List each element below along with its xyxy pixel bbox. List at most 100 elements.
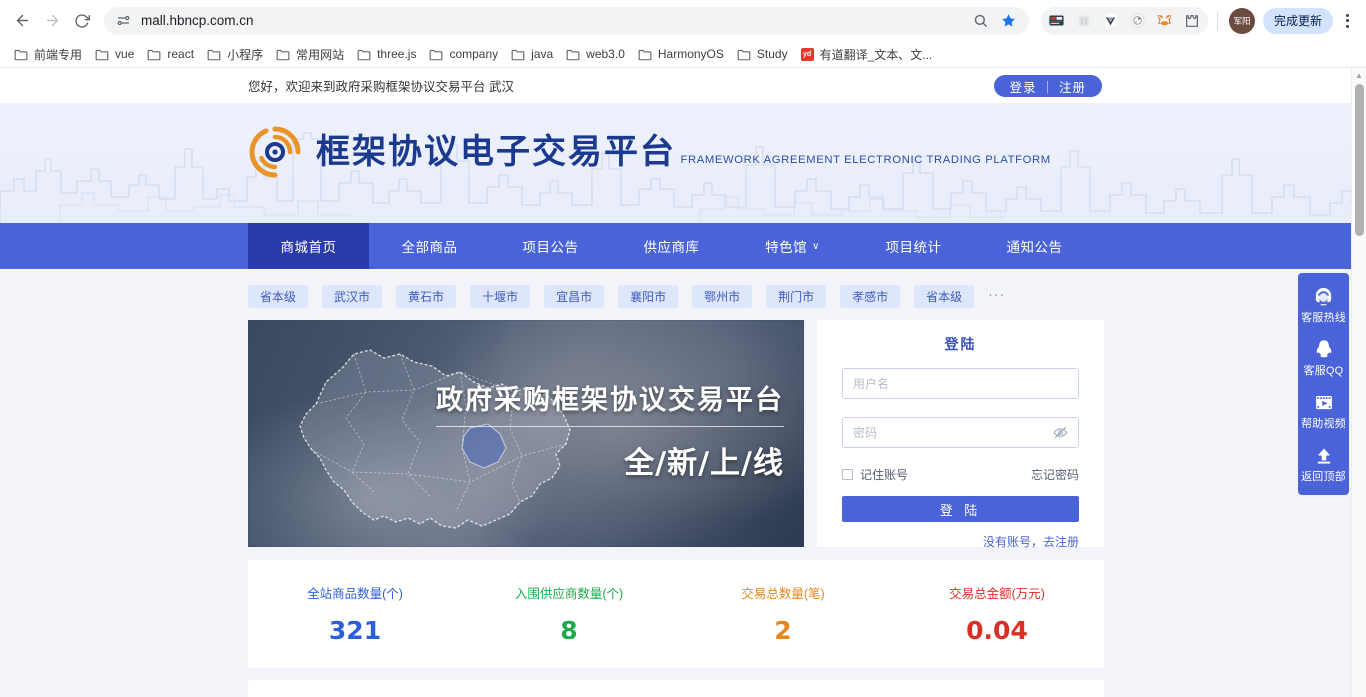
bookmark-label: company (449, 47, 499, 61)
star-icon[interactable] (999, 11, 1019, 31)
folder-icon (207, 48, 221, 61)
extension-grid-icon[interactable] (1044, 8, 1070, 34)
password-field[interactable]: 密码 (842, 417, 1079, 448)
eye-off-icon[interactable] (1053, 425, 1068, 440)
bookmark-item[interactable]: HarmonyOS (632, 45, 731, 63)
banner-divider (436, 426, 784, 427)
back-button[interactable] (8, 7, 36, 35)
bookmark-item[interactable]: 小程序 (201, 44, 270, 65)
city-tab[interactable]: 黄石市 (396, 284, 457, 308)
city-tab[interactable]: 十堰市 (470, 284, 531, 308)
kebab-menu-icon[interactable] (1336, 7, 1358, 35)
page-viewport: 您好，欢迎来到政府采购框架协议交易平台 武汉 登录 ｜ 注册 框架协议电子交易平… (0, 68, 1366, 697)
site-topbar: 您好，欢迎来到政府采购框架协议交易平台 武汉 登录 ｜ 注册 (0, 68, 1366, 103)
site-logo[interactable]: 框架协议电子交易平台 FRAMEWORK AGREEMENT ELECTRONI… (248, 125, 1051, 179)
service-qq-button[interactable]: 客服QQ (1298, 332, 1349, 385)
checkbox-box (842, 469, 853, 480)
scroll-up-arrow-icon[interactable]: ▲ (1352, 68, 1366, 82)
nav-label: 特色馆 (765, 240, 808, 255)
stat-label: 交易总数量(笔) (741, 587, 825, 601)
vue-devtools-icon[interactable] (1098, 8, 1124, 34)
back-to-top-button[interactable]: 返回顶部 (1298, 438, 1349, 491)
bookmark-item[interactable]: three.js (351, 45, 423, 63)
remember-account-checkbox[interactable]: 记住账号 (842, 466, 908, 483)
folder-icon (511, 48, 525, 61)
bookmark-item[interactable]: Study (731, 45, 795, 63)
service-hotline-button[interactable]: 客服热线 (1298, 279, 1349, 332)
stat-suppliers: 入围供应商数量(个) 8 (462, 583, 676, 645)
page-scrollbar[interactable]: ▲ (1351, 68, 1366, 697)
folder-icon (14, 48, 28, 61)
search-icon[interactable] (971, 11, 991, 31)
nav-label: 项目公告 (522, 240, 579, 255)
nav-item-project-statistics[interactable]: 项目统计 (853, 223, 974, 269)
username-field[interactable]: 用户名 (842, 368, 1079, 399)
login-register-button[interactable]: 登录 ｜ 注册 (993, 75, 1102, 97)
city-tab[interactable]: 武汉市 (322, 284, 383, 308)
bookmark-label: vue (115, 47, 135, 61)
banner-subline: 全/新/上/线 (624, 446, 784, 481)
update-button[interactable]: 完成更新 (1262, 7, 1333, 34)
city-tabs-more-button[interactable]: ··· (988, 286, 1005, 306)
nav-item-all-products[interactable]: 全部商品 (369, 223, 490, 269)
service-label: 帮助视频 (1301, 418, 1346, 430)
bookmark-item[interactable]: vue (89, 45, 141, 63)
main-navigation: 商城首页 全部商品 项目公告 供应商库 特色馆 ∨ 项目统计 通知公告 (0, 223, 1366, 269)
login-title: 登陆 (944, 336, 977, 352)
bookmark-item[interactable]: yd 有道翻译_文本、文... (795, 44, 940, 65)
city-tab[interactable]: 鄂州市 (692, 284, 753, 308)
nav-label: 通知公告 (1006, 240, 1063, 255)
circular-logo-icon (248, 125, 302, 179)
city-tab[interactable]: 宜昌市 (544, 284, 605, 308)
register-link[interactable]: 没有账号，去注册 (842, 533, 1079, 550)
bookmark-label: react (167, 47, 195, 61)
statistics-card: 全站商品数量(个) 321 入围供应商数量(个) 8 交易总数量(笔) 2 交易… (248, 560, 1104, 668)
nav-item-notice-announcement[interactable]: 通知公告 (974, 223, 1095, 269)
service-label: 客服QQ (1303, 365, 1344, 377)
scrollbar-thumb[interactable] (1355, 84, 1364, 236)
extension-grey-icon[interactable] (1071, 8, 1097, 34)
bookmarks-bar: 前端专用 vue react 小程序 常用网站 three.js company (0, 41, 1366, 68)
folder-icon (429, 48, 443, 61)
site-title-en: FRAMEWORK AGREEMENT ELECTRONIC TRADING P… (680, 153, 1051, 166)
hero-banner[interactable]: 政府采购框架协议交易平台 全/新/上/线 (248, 320, 804, 547)
stat-total-transactions: 交易总数量(笔) 2 (676, 583, 890, 645)
bookmark-item[interactable]: company (423, 45, 505, 63)
folder-icon (638, 48, 652, 61)
page-content: 省本级 武汉市 黄石市 十堰市 宜昌市 襄阳市 鄂州市 荆门市 孝感市 省本级 … (0, 269, 1366, 697)
stat-label: 交易总金额(万元) (949, 587, 1045, 601)
extensions-puzzle-icon[interactable] (1179, 8, 1205, 34)
bookmark-item[interactable]: 常用网站 (270, 44, 351, 65)
nav-item-featured-hall[interactable]: 特色馆 ∨ (732, 223, 853, 269)
nav-item-supplier-library[interactable]: 供应商库 (611, 223, 732, 269)
reload-button[interactable] (68, 7, 96, 35)
city-tab[interactable]: 荆门市 (766, 284, 827, 308)
stat-value: 0.04 (966, 616, 1028, 645)
address-bar[interactable]: mall.hbncp.com.cn (104, 6, 1029, 35)
avatar[interactable]: 军阳 (1228, 7, 1255, 34)
login-submit-button[interactable]: 登 陆 (842, 496, 1079, 522)
forgot-password-link[interactable]: 忘记密码 (1031, 466, 1079, 483)
city-tab[interactable]: 省本级 (248, 284, 309, 308)
folder-icon (357, 48, 371, 61)
nav-item-project-announcement[interactable]: 项目公告 (490, 223, 611, 269)
bookmark-item[interactable]: java (505, 45, 560, 63)
nav-item-mall-home[interactable]: 商城首页 (248, 223, 369, 269)
city-tab[interactable]: 省本级 (914, 284, 975, 308)
city-tab[interactable]: 孝感市 (840, 284, 901, 308)
extension-circle-icon[interactable] (1125, 8, 1151, 34)
bookmark-item[interactable]: web3.0 (560, 45, 632, 63)
bookmark-item[interactable]: react (141, 45, 201, 63)
site-settings-icon[interactable] (116, 13, 132, 29)
forward-button[interactable] (38, 7, 66, 35)
greeting-text: 您好，欢迎来到政府采购框架协议交易平台 武汉 (248, 80, 514, 94)
bookmark-item[interactable]: 前端专用 (8, 44, 89, 65)
city-tab[interactable]: 襄阳市 (618, 284, 679, 308)
arrow-up-icon (1298, 443, 1349, 467)
site-header: 框架协议电子交易平台 FRAMEWORK AGREEMENT ELECTRONI… (0, 103, 1366, 223)
qq-penguin-icon (1298, 337, 1349, 361)
metamask-fox-icon[interactable] (1152, 8, 1178, 34)
stat-value: 8 (560, 616, 578, 645)
help-video-button[interactable]: 帮助视频 (1298, 385, 1349, 438)
banner-headline: 政府采购框架协议交易平台 (436, 385, 784, 416)
